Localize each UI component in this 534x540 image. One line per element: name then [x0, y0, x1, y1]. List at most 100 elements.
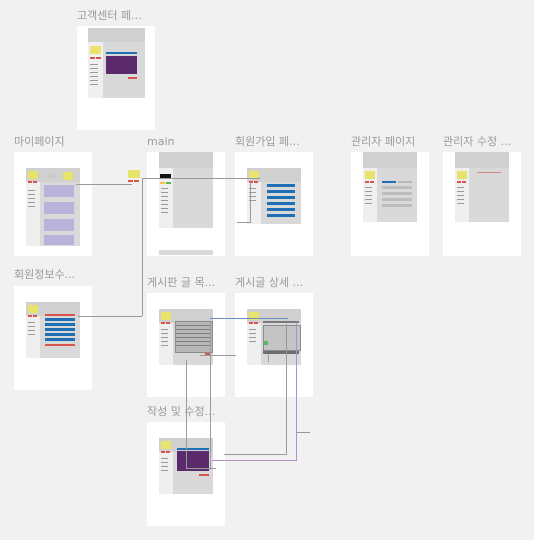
frame-title-customer-center[interactable]: 고객센터 페...: [77, 10, 142, 22]
menu-line: [161, 462, 168, 463]
menu-line: [457, 203, 464, 204]
frame-title-write-edit[interactable]: 작성 및 수정...: [147, 406, 215, 418]
menu-line: [249, 333, 256, 334]
menu-line: [161, 188, 168, 189]
form-field: [267, 208, 295, 211]
form-field: [267, 196, 295, 199]
connector-detail-stub: [268, 354, 269, 362]
toolbar-strip: [263, 321, 299, 323]
info-card: [44, 202, 74, 214]
frame-admin-edit[interactable]: [443, 152, 521, 256]
screen-thumbnail: [159, 152, 213, 228]
header-bar: [363, 152, 417, 168]
frame-mypage[interactable]: ◌ ◌: [14, 152, 92, 256]
menu-line: [90, 80, 98, 81]
screen-thumbnail: [26, 302, 80, 358]
connector-list-write: [210, 322, 211, 470]
menu-line: [249, 329, 256, 330]
connector-detail-write-2: [286, 324, 287, 454]
menu-line: [28, 326, 35, 327]
frame-title-post-detail[interactable]: 게시글 상세 ...: [235, 277, 303, 289]
nav-button: [254, 181, 258, 183]
info-card: [44, 185, 74, 197]
menu-line: [457, 187, 464, 188]
connector-write: [186, 468, 216, 469]
nav-button: [254, 322, 258, 324]
menu-line: [90, 72, 98, 73]
connector-list-write: [186, 360, 187, 468]
frame-member-edit[interactable]: [14, 286, 92, 390]
attachment-thumb: [264, 341, 268, 345]
menu-line: [161, 458, 168, 459]
form-field: [267, 202, 295, 205]
menu-line: [365, 191, 372, 192]
info-card: [44, 235, 74, 245]
menu-line: [249, 337, 256, 338]
list-row: [382, 192, 412, 195]
nav-button: [33, 181, 37, 183]
frame-post-detail[interactable]: [235, 293, 313, 397]
list-row: [382, 186, 412, 189]
info-card: [44, 219, 74, 231]
logo-placeholder: [365, 171, 375, 179]
frame-title-board-list[interactable]: 게시판 글 목...: [147, 277, 215, 289]
edit-label-line: [477, 172, 501, 173]
form-field-error: [45, 314, 75, 316]
connector-list-detail: [210, 318, 288, 319]
screen-thumbnail: [159, 309, 213, 365]
user-icon-sketch: ◌ ◌: [48, 174, 55, 178]
screen-thumbnail: [88, 28, 145, 98]
frame-title-main[interactable]: main: [147, 136, 174, 148]
nav-button: [365, 181, 369, 183]
table-row-line: [176, 337, 211, 338]
connector-main-signup: [142, 178, 260, 179]
connector-annotation-stub: [296, 432, 310, 433]
frame-customer-center[interactable]: [77, 26, 155, 130]
menu-line: [457, 199, 464, 200]
title-input: [177, 448, 209, 450]
table-row-line: [176, 325, 211, 326]
menu-line: [161, 200, 168, 201]
save-button: [199, 474, 209, 476]
menu-line: [365, 195, 372, 196]
list-row: [382, 204, 412, 207]
menu-line: [365, 203, 372, 204]
nav-button: [161, 322, 165, 324]
header-bar: [88, 28, 145, 42]
menu-line: [28, 190, 35, 191]
menu-line: [28, 198, 35, 199]
frame-title-admin-edit[interactable]: 관리자 수정 ...: [443, 136, 511, 148]
component-red-button: [128, 180, 133, 182]
menu-line: [161, 337, 168, 338]
menu-line: [161, 196, 168, 197]
component-red-button: [134, 180, 139, 182]
menu-line: [90, 84, 98, 85]
screen-thumbnail: ◌ ◌: [26, 168, 80, 246]
logo-placeholder: [161, 441, 171, 449]
frame-title-mypage[interactable]: 마이페이지: [14, 136, 65, 148]
frame-admin[interactable]: [351, 152, 429, 256]
frame-title-member-edit[interactable]: 회원정보수...: [14, 269, 75, 281]
form-field: [45, 338, 75, 341]
logo-placeholder: [90, 46, 101, 54]
menu-line: [28, 334, 35, 335]
form-field: [45, 323, 75, 326]
menu-line: [28, 194, 35, 195]
title-bar: [106, 52, 137, 54]
submit-button: [45, 344, 75, 346]
screen-thumbnail: [363, 152, 417, 222]
frame-main[interactable]: [147, 152, 225, 256]
header-bar: [455, 152, 509, 168]
screen-thumbnail: [455, 152, 509, 222]
nav-button: [28, 181, 32, 183]
frame-signup[interactable]: [235, 152, 313, 256]
connector-signup-branch: [237, 222, 251, 223]
table-row-line: [176, 333, 211, 334]
frame-title-admin[interactable]: 관리자 페이지: [351, 136, 415, 148]
form-field: [45, 333, 75, 336]
connector-main-vertical: [142, 178, 143, 316]
menu-line: [161, 192, 168, 193]
table-row-line: [176, 345, 211, 346]
frame-title-signup[interactable]: 회원가입 페...: [235, 136, 300, 148]
table-row-line: [176, 329, 211, 330]
